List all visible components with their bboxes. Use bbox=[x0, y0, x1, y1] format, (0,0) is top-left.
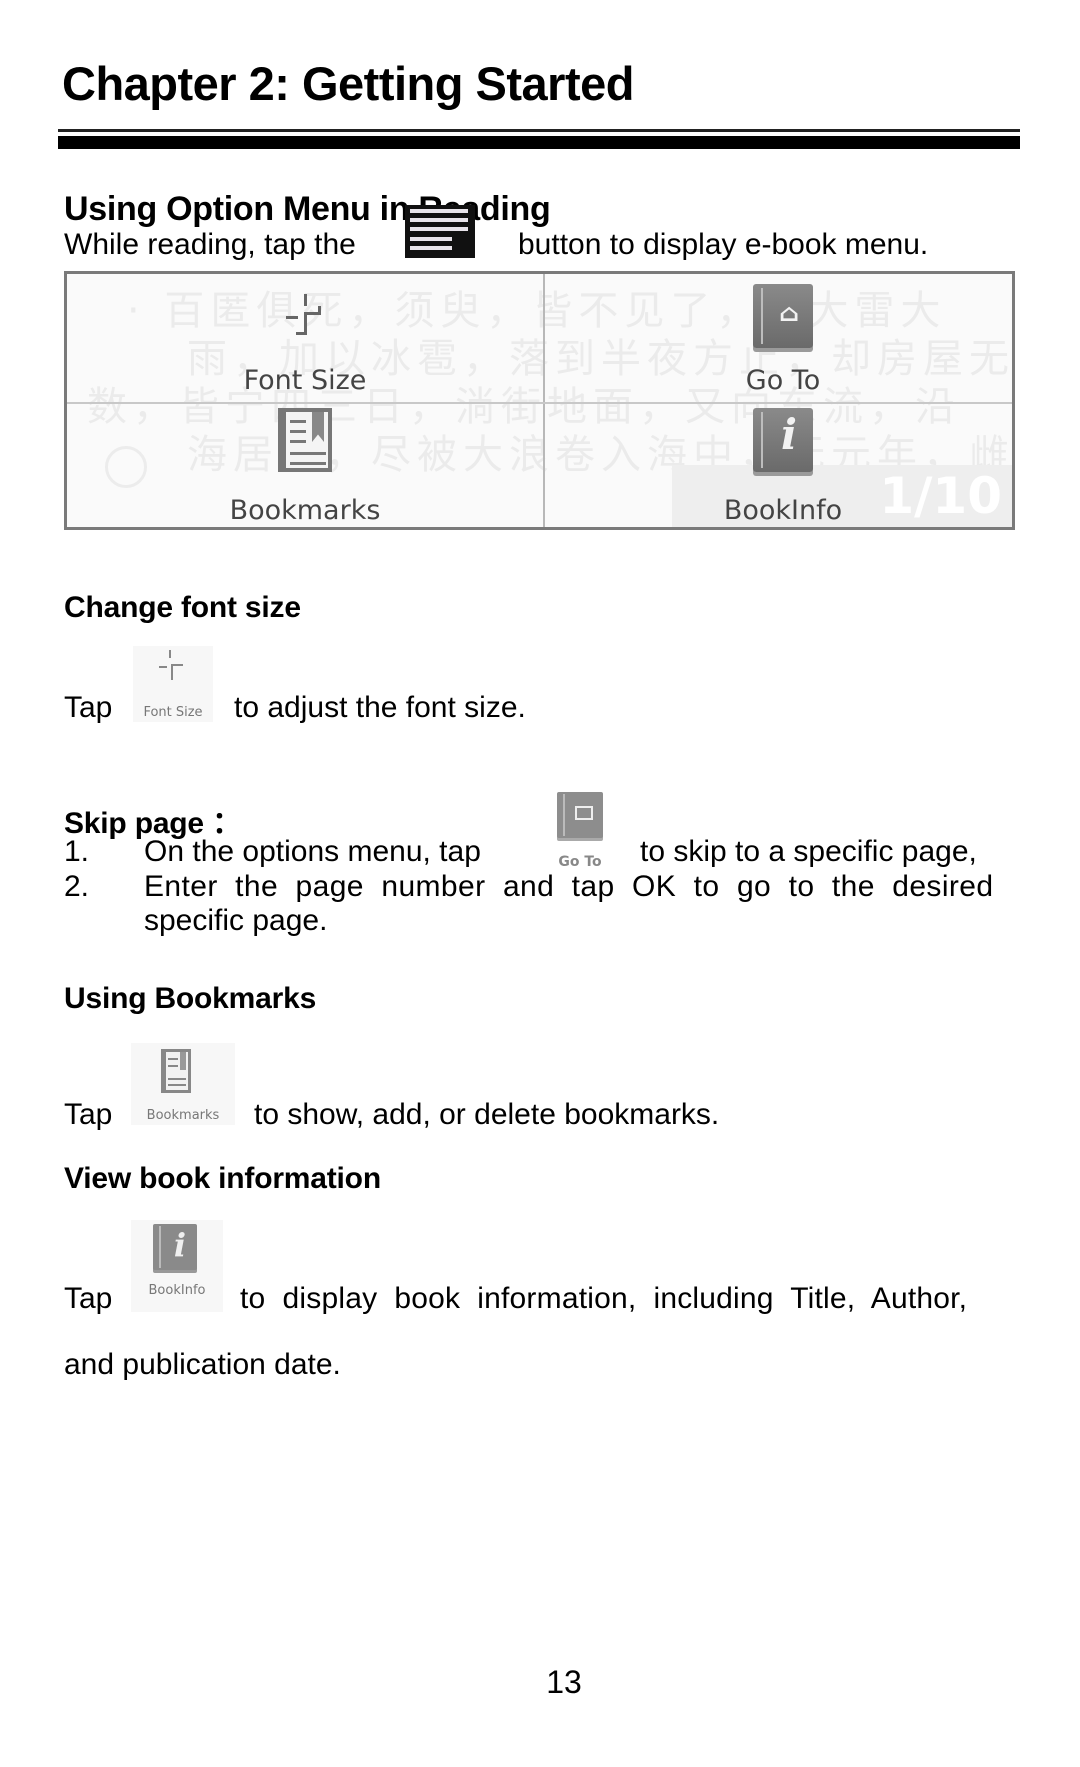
icon-caption: Bookmarks bbox=[146, 1108, 220, 1123]
menu-item-label: Bookmarks bbox=[229, 495, 381, 526]
tap-label: Tap bbox=[64, 1098, 113, 1131]
step-number: 2. bbox=[64, 870, 90, 903]
section-heading-book-info: View book information bbox=[64, 1162, 381, 1195]
book-info-icon: i bbox=[753, 408, 813, 472]
icon-caption: Go To bbox=[558, 854, 602, 870]
title-rule-thick bbox=[58, 136, 1020, 149]
menu-item-label: BookInfo bbox=[723, 495, 843, 526]
tap-label: Tap bbox=[64, 1282, 113, 1315]
bookmarks-icon bbox=[278, 408, 332, 472]
book-info-instruction: to display book information, including T… bbox=[240, 1282, 968, 1315]
intro-text-before: While reading, tap the bbox=[64, 228, 356, 261]
go-to-inline-icon: Go To bbox=[550, 790, 610, 872]
menu-item-label: Go To bbox=[745, 365, 821, 396]
section-heading-option-menu: Using Option Menu in Reading bbox=[64, 190, 551, 228]
go-to-book-icon: ⌂ bbox=[753, 284, 813, 348]
step-number: 1. bbox=[64, 835, 90, 868]
tap-label: Tap bbox=[64, 691, 113, 724]
menu-item-label: Font Size bbox=[243, 365, 367, 396]
step-text: Enter the page number and tap OK to go t… bbox=[144, 870, 994, 903]
page-number: 13 bbox=[546, 1664, 582, 1700]
title-rule-thin bbox=[58, 129, 1020, 132]
bookmarks-instruction: to show, add, or delete bookmarks. bbox=[254, 1098, 720, 1131]
icon-caption: Font Size bbox=[143, 705, 203, 720]
step-text-continued: specific page. bbox=[144, 904, 328, 937]
font-size-icon bbox=[280, 294, 330, 344]
chapter-title: Chapter 2: Getting Started bbox=[62, 57, 634, 110]
font-size-inline-icon: Font Size bbox=[133, 646, 213, 722]
step-text: On the options menu, tap bbox=[144, 835, 481, 868]
menu-item-book-info[interactable]: i BookInfo bbox=[545, 404, 1012, 527]
bookmarks-inline-icon: Bookmarks bbox=[131, 1043, 235, 1125]
section-heading-bookmarks: Using Bookmarks bbox=[64, 982, 317, 1015]
icon-caption: BookInfo bbox=[148, 1283, 206, 1298]
menu-item-font-size[interactable]: Font Size bbox=[67, 274, 543, 402]
book-info-instruction-continued: and publication date. bbox=[64, 1348, 341, 1381]
intro-text-after: button to display e-book menu. bbox=[518, 228, 929, 261]
menu-item-go-to[interactable]: ⌂ Go To bbox=[545, 274, 1012, 402]
section-heading-font-size: Change font size bbox=[64, 591, 301, 624]
book-info-inline-icon: i BookInfo bbox=[131, 1220, 223, 1312]
menu-button-icon bbox=[405, 205, 475, 258]
step-text-after: to skip to a specific page, bbox=[640, 835, 977, 868]
reader-option-menu-screenshot: · 百匿俱死，须臾，皆不见了，忽大雷大 雨，加以冰雹，落到半夜方止，却房屋无 数… bbox=[64, 271, 1015, 530]
menu-item-bookmarks[interactable]: Bookmarks bbox=[67, 404, 543, 527]
font-size-instruction: to adjust the font size. bbox=[234, 691, 526, 724]
